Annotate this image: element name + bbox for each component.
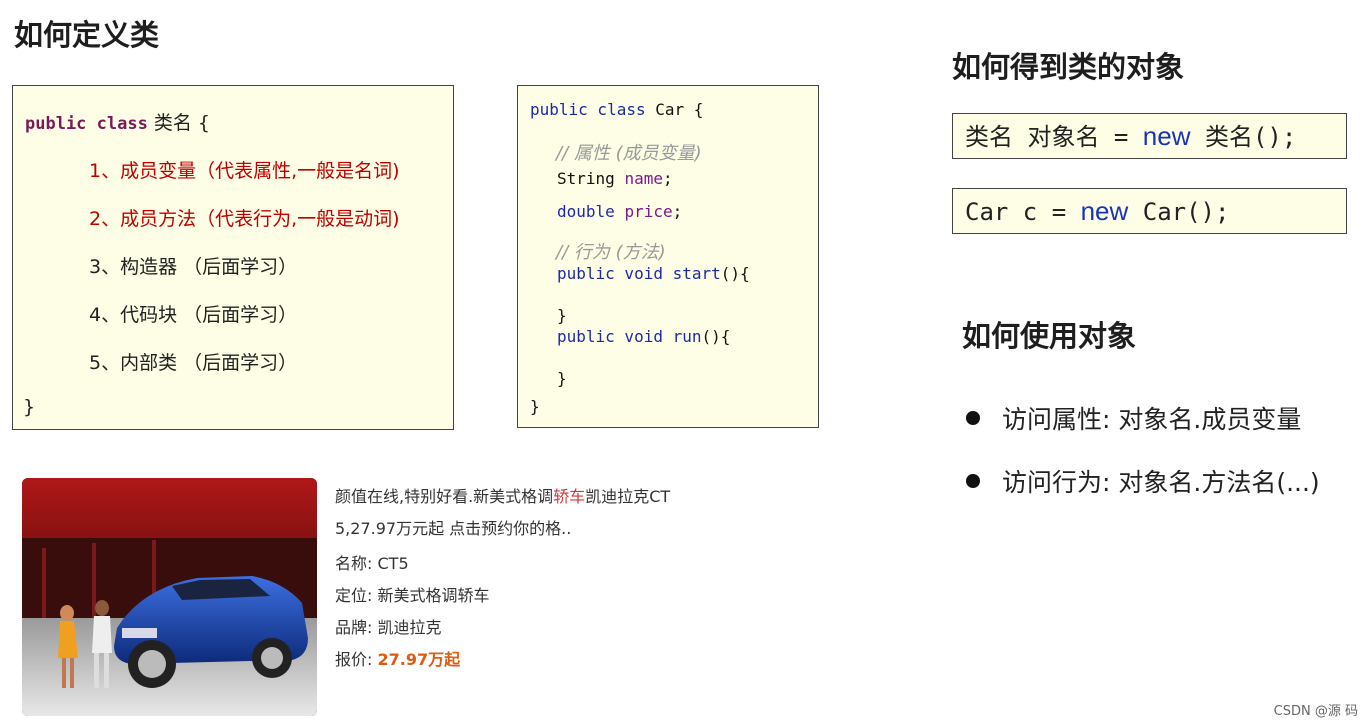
create-object-car: Car c = new Car(); [952, 188, 1347, 234]
price-label: 报价: [335, 650, 373, 669]
expr-right: 类名(); [1190, 123, 1297, 151]
car-ad-subline: 5,27.97万元起 点击预约你的格.. [335, 519, 572, 538]
code-keyword: public void [557, 264, 663, 283]
code-line-run: public void run(){ [557, 327, 730, 346]
code-keyword: public void [557, 327, 663, 346]
car-photo-illustration [22, 478, 317, 716]
class-definition-box: public class 类名 { 1、成员变量（代表属性,一般是名词) 2、成… [12, 85, 454, 430]
code-paren: (){ [720, 264, 750, 283]
code-method: run [672, 327, 702, 346]
class-name: 类名 { [153, 112, 211, 134]
car-position-row: 定位: 新美式格调轿车 [335, 582, 490, 606]
member-item-1: 1、成员变量（代表属性,一般是名词) [89, 160, 400, 182]
bullet-access-method: 访问行为: 对象名.方法名(...) [966, 463, 1320, 499]
code-type: String [557, 169, 615, 188]
title-define-class: 如何定义类 [14, 18, 160, 52]
create-object-generic: 类名 对象名 = new 类名(); [952, 113, 1347, 159]
bullet-access-attribute: 访问属性: 对象名.成员变量 [966, 400, 1301, 436]
member-item-4: 4、代码块 （后面学习） [89, 304, 298, 326]
brand-label: 品牌: [335, 618, 373, 637]
member-item-2: 2、成员方法（代表行为,一般是动词) [89, 208, 400, 230]
member-item-3: 3、构造器 （后面学习） [89, 256, 298, 278]
car-price-row: 报价: 27.97万起 [335, 646, 460, 670]
code-line-name: String name; [557, 169, 673, 188]
position-label: 定位: [335, 586, 373, 605]
code-semicolon: ; [672, 202, 683, 221]
new-keyword: new [1142, 121, 1191, 151]
car-photo [22, 478, 317, 716]
car-ad-headline[interactable]: 颜值在线,特别好看.新美式格调轿车凯迪拉克CT [335, 483, 670, 507]
bullet-text: 访问属性: 对象名.成员变量 [1002, 405, 1302, 434]
code-var: name [624, 169, 663, 188]
code-line-close-class: } [530, 397, 540, 416]
bullet-icon [966, 411, 980, 425]
new-keyword: new [1080, 196, 1129, 226]
expr-left: Car c = [965, 198, 1081, 226]
headline-text: 凯迪拉克CT [585, 487, 671, 506]
code-comment-methods: // 行为 (方法) [556, 242, 666, 263]
class-header: public class 类名 { [25, 108, 210, 135]
headline-text: 颜值在线,特别好看.新美式格调 [335, 487, 554, 506]
code-class-name: Car { [655, 100, 704, 119]
code-line-close: } [557, 306, 567, 325]
class-keyword: public class [25, 114, 148, 134]
car-brand-row: 品牌: 凯迪拉克 [335, 614, 442, 638]
code-comment-attributes: // 属性 (成员变量) [556, 143, 702, 164]
code-line-start: public void start(){ [557, 264, 750, 283]
brand-value: 凯迪拉克 [377, 618, 442, 637]
car-name-row: 名称: CT5 [335, 550, 409, 574]
name-value: CT5 [377, 554, 409, 573]
class-close-brace: } [23, 396, 36, 418]
bullet-icon [966, 474, 980, 488]
position-value: 新美式格调轿车 [377, 586, 490, 605]
price-value: 27.97万起 [377, 650, 461, 669]
expr-left: 类名 对象名 = [965, 123, 1143, 151]
bullet-text: 访问行为: 对象名.方法名(...) [1002, 468, 1320, 497]
name-label: 名称: [335, 554, 373, 573]
code-line-close: } [557, 369, 567, 388]
code-line-price: double price; [557, 202, 682, 221]
code-paren: (){ [701, 327, 731, 346]
title-get-object: 如何得到类的对象 [952, 50, 1185, 84]
code-keyword: public class [530, 100, 646, 119]
expr-right: Car(); [1128, 198, 1230, 226]
code-method: start [672, 264, 721, 283]
watermark-footer: CSDN @源 码 [1273, 704, 1358, 719]
code-var: price [624, 202, 673, 221]
code-semicolon: ; [662, 169, 673, 188]
member-item-5: 5、内部类 （后面学习） [89, 352, 298, 374]
headline-highlight: 轿车 [553, 487, 586, 506]
code-line-class: public class Car { [530, 100, 703, 119]
title-use-object: 如何使用对象 [962, 319, 1137, 353]
code-type: double [557, 202, 615, 221]
car-code-box: public class Car { // 属性 (成员变量) String n… [517, 85, 819, 428]
